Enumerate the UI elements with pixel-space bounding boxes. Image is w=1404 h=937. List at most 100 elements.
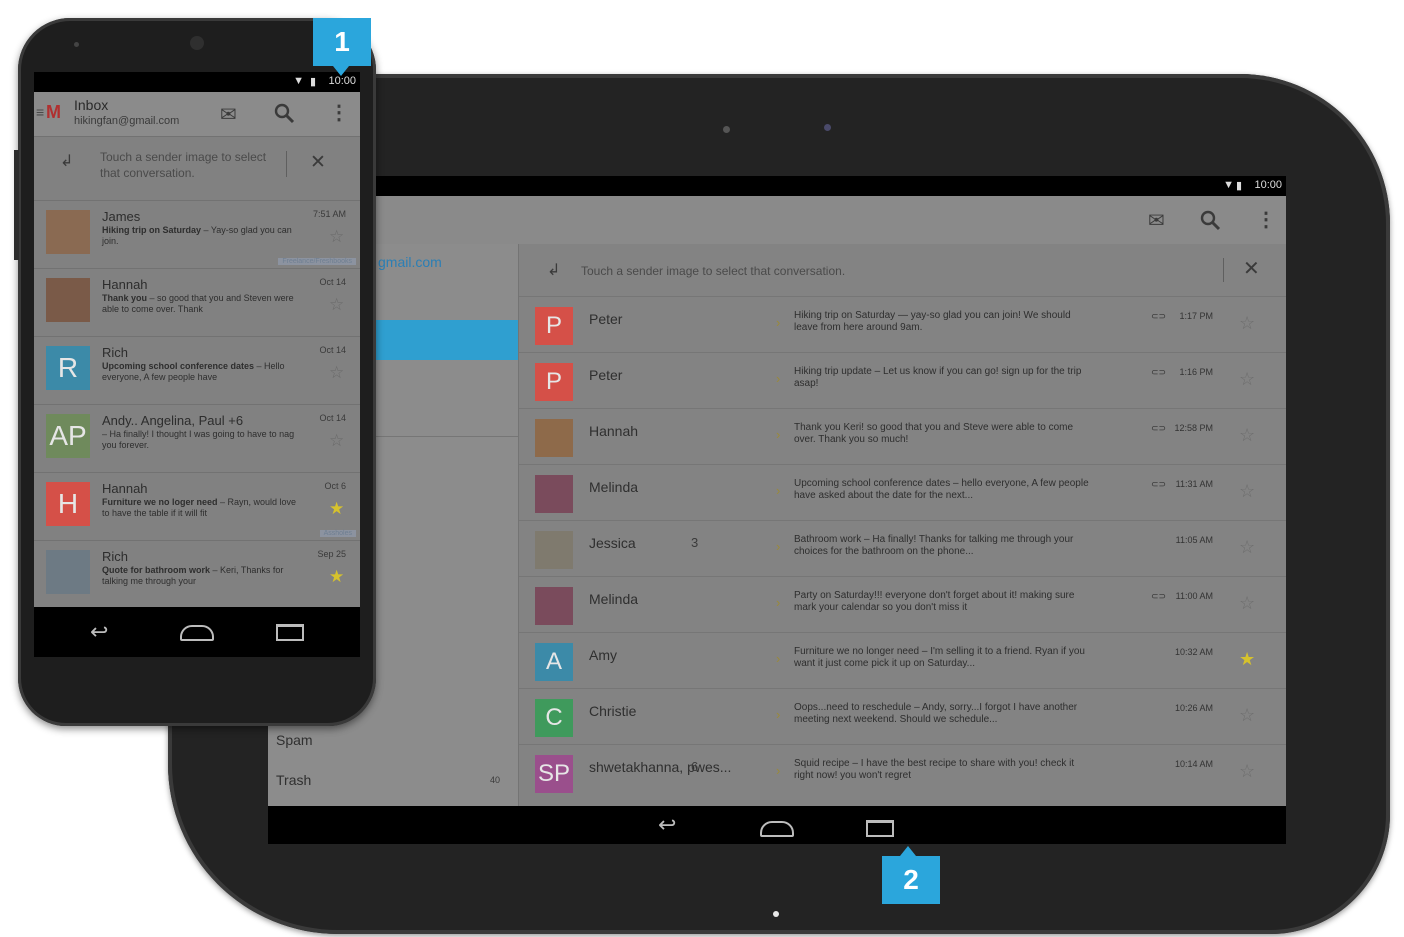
sender-avatar[interactable]: AP [46,414,90,458]
sender-avatar[interactable]: P [535,363,573,401]
message-time: 10:32 AM [1174,647,1213,657]
sender-avatar[interactable] [46,210,90,254]
importance-marker-icon: › [776,595,781,610]
phone-side-button [14,150,19,260]
recent-apps-icon[interactable] [276,624,304,641]
thread-count: 6 [691,759,699,774]
drawer-item-spam[interactable]: Spam [276,732,313,748]
sender-avatar[interactable]: SP [535,755,573,793]
conversation-row[interactable]: Hannah Oct 14 Thank you – so good that you… [34,268,360,336]
close-icon[interactable]: ✕ [1243,256,1260,281]
conversation-row[interactable]: R Rich Oct 14 Upcoming school conference da… [34,336,360,404]
sender-avatar[interactable] [535,587,573,625]
message-snippet: Party on Saturday!!! everyone don't forg… [794,590,1075,613]
conversation-row[interactable]: Hannah › Thank you Keri! so good that you … [519,408,1286,464]
conversation-row[interactable]: P Peter › Hiking trip update – Let us know … [519,352,1286,408]
sender-name: Jessica [589,535,636,551]
back-icon[interactable]: ↩ [658,814,676,836]
conversation-row[interactable]: P Peter › Hiking trip on Saturday — yay-so … [519,296,1286,352]
star-icon[interactable]: ☆ [329,227,344,247]
importance-marker-icon: › [776,371,781,386]
back-icon[interactable]: ↩ [90,621,108,643]
sender-avatar[interactable]: A [535,643,573,681]
sender-avatar[interactable]: P [535,307,573,345]
sender-avatar[interactable] [535,419,573,457]
home-icon[interactable] [180,625,214,641]
battery-icon: ▮ [1235,180,1242,192]
star-icon[interactable]: ☆ [1239,313,1255,334]
sender-avatar[interactable]: H [46,482,90,526]
conversation-row[interactable]: SP shwetakhanna, pwes... 6 › Squid recipe – … [519,744,1286,800]
star-icon[interactable]: ☆ [1239,761,1255,782]
star-icon[interactable]: ☆ [1239,593,1255,614]
sender-avatar[interactable] [46,550,90,594]
message-snippet: Furniture we no loger need – Rayn, would… [102,497,302,519]
message-label: Assholes [319,530,356,537]
sender-name: Melinda [589,479,639,495]
home-icon[interactable] [760,821,794,837]
conversation-row[interactable]: H Hannah Oct 6 Furniture we no loger need –… [34,472,360,540]
conversation-row[interactable]: AP Andy.. Angelina, Paul +6 Oct 14 – Ha fin… [34,404,360,472]
message-time: 11:00 AM [1175,591,1213,601]
drawer-trash-count: 40 [490,775,501,785]
sender-avatar[interactable] [535,475,573,513]
conversation-row[interactable]: Rich Sep 25 Quote for bathroom work – Keri… [34,540,360,607]
star-icon[interactable]: ☆ [329,363,344,383]
message-subject: Furniture we no loger need [102,497,218,507]
message-time: Oct 14 [319,345,346,355]
sender-avatar[interactable]: C [535,699,573,737]
star-icon[interactable]: ★ [1239,649,1255,670]
star-icon[interactable]: ☆ [1239,481,1255,502]
star-icon[interactable]: ☆ [1239,537,1255,558]
star-icon[interactable]: ☆ [1239,705,1255,726]
sender-avatar[interactable] [46,278,90,322]
recent-apps-icon[interactable] [866,820,894,837]
conversation-row[interactable]: Melinda › Upcoming school conference dates… [519,464,1286,520]
star-icon[interactable]: ☆ [1239,425,1255,446]
compose-icon[interactable]: ✉ [1148,208,1165,233]
account-email: hikingfan@gmail.com [74,115,180,127]
star-icon[interactable]: ☆ [329,431,344,451]
conversation-list: ↲ Touch a sender image to select that co… [519,244,1286,806]
drawer-item-trash[interactable]: Trash [276,772,311,788]
star-icon[interactable]: ☆ [329,295,344,315]
overflow-menu-icon[interactable]: ⋮ [329,100,349,125]
attachment-icon: ⊂⊃ [1151,479,1167,489]
sender-name: Christie [589,703,637,719]
sender-name: Hannah [102,277,148,292]
star-icon[interactable]: ★ [329,567,344,587]
attachment-icon: ⊂⊃ [1151,367,1167,377]
importance-marker-icon: › [776,763,781,778]
drawer-indicator-icon[interactable]: ≡ [36,104,44,120]
conversation-row[interactable]: Jessica 3 › Bathroom work – Ha finally! Tha… [519,520,1286,576]
message-time: 11:31 AM [1175,479,1213,489]
importance-marker-icon: › [776,707,781,722]
message-time: Oct 14 [319,413,346,423]
sender-avatar[interactable]: R [46,346,90,390]
sender-name: Rich [102,549,129,564]
close-icon[interactable]: ✕ [310,151,326,174]
phone-status-bar: ▼ ▮ 10:00 [34,72,360,92]
importance-marker-icon: › [776,427,781,442]
sender-name: Peter [589,311,623,327]
overflow-menu-icon[interactable]: ⋮ [1256,207,1276,232]
sender-avatar[interactable] [535,531,573,569]
message-time: 10:26 AM [1174,703,1213,713]
drawer-account[interactable]: gmail.com [378,254,442,270]
message-time: 1:16 PM [1179,367,1213,377]
message-snippet: Thank you Keri! so good that you and Ste… [794,422,1074,445]
conversation-row[interactable]: C Christie › Oops...need to reschedule – An… [519,688,1286,744]
star-icon[interactable]: ★ [329,499,344,519]
tablet-action-bar: ✉ ⋮ [268,196,1286,245]
search-icon[interactable] [1200,210,1222,232]
message-snippet: – Ha finally! I thought I was going to h… [102,429,302,451]
tip-text: Touch a sender image to select that conv… [581,264,846,278]
star-icon[interactable]: ☆ [1239,369,1255,390]
phone-action-bar: ≡ M Inbox hikingfan@gmail.com ✉ ⋮ [34,92,360,137]
message-time: 12:58 PM [1174,423,1213,433]
compose-icon[interactable]: ✉ [220,102,237,127]
conversation-row[interactable]: Melinda › Party on Saturday!!! everyone do… [519,576,1286,632]
search-icon[interactable] [274,103,296,125]
conversation-row[interactable]: A Amy › Furniture we no longer need – I'm s… [519,632,1286,688]
conversation-row[interactable]: James 7:51 AM Hiking trip on Saturday – Ya… [34,200,360,268]
